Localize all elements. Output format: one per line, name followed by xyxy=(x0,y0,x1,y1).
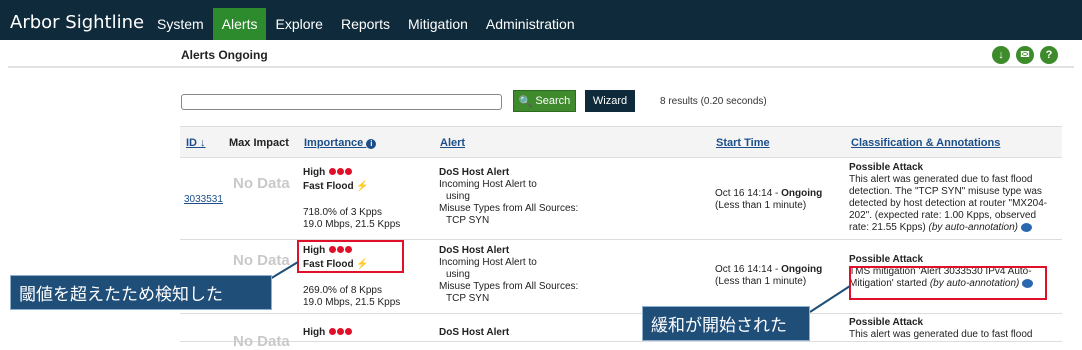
callout-threshold: 閾値を超えたため検知した xyxy=(10,275,272,310)
callout-mitigation: 緩和が開始された xyxy=(642,306,810,341)
